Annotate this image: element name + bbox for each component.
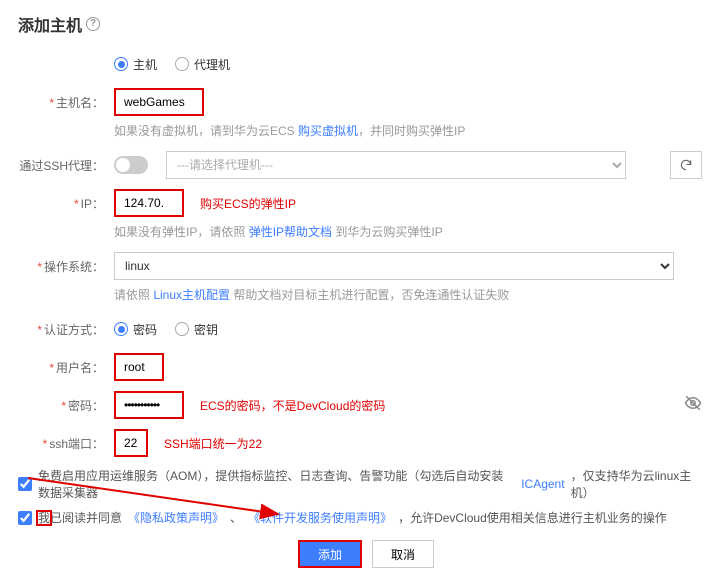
hint-ip: 如果没有弹性IP，请依照 弹性IP帮助文档 到华为云购买弹性IP (114, 223, 702, 240)
label-user: *用户名： (18, 359, 114, 376)
link-buy-vm[interactable]: 购买虚拟机 (298, 124, 358, 138)
hint-hostname: 如果没有虚拟机，请到华为云ECS 购买虚拟机，并同时购买弹性IP (114, 122, 702, 139)
annotation-password: ECS的密码，不是DevCloud的密码 (200, 397, 385, 414)
radio-proxy[interactable]: 代理机 (175, 56, 230, 73)
ip-input[interactable] (114, 189, 184, 217)
ssh-proxy-toggle[interactable] (114, 156, 148, 174)
hostname-input[interactable] (114, 88, 204, 116)
link-terms[interactable]: 《软件开发服务使用声明》 (248, 509, 392, 526)
refresh-button[interactable] (670, 151, 702, 179)
radio-auth-password[interactable]: 密码 (114, 321, 157, 338)
label-ip: *IP： (18, 195, 114, 212)
radio-auth-key[interactable]: 密钥 (175, 321, 218, 338)
aom-checkbox[interactable] (18, 477, 32, 491)
password-input[interactable] (114, 391, 184, 419)
cancel-button[interactable]: 取消 (372, 540, 434, 568)
label-ssh-port: *ssh端口： (18, 435, 114, 452)
help-icon[interactable]: ? (86, 17, 100, 31)
annotation-ssh-port: SSH端口统一为22 (164, 435, 262, 452)
refresh-icon (679, 158, 693, 172)
link-privacy[interactable]: 《隐私政策声明》 (128, 509, 224, 526)
agree-checkbox[interactable] (18, 511, 32, 525)
hint-os: 请依照 Linux主机配置 帮助文档对目标主机进行配置，否免连通性认证失败 (114, 286, 702, 303)
add-button[interactable]: 添加 (298, 540, 362, 568)
eye-icon[interactable] (684, 394, 702, 417)
label-hostname: *主机名： (18, 94, 114, 111)
proxy-select[interactable]: ---请选择代理机--- (166, 151, 626, 179)
page-title: 添加主机 ? (18, 12, 702, 36)
link-eip-doc[interactable]: 弹性IP帮助文档 (249, 225, 332, 239)
radio-host[interactable]: 主机 (114, 56, 157, 73)
label-password: *密码： (18, 397, 114, 414)
label-ssh-proxy: 通过SSH代理： (18, 157, 114, 174)
link-linux-config[interactable]: Linux主机配置 (153, 288, 230, 302)
annotation-ip: 购买ECS的弹性IP (200, 195, 296, 212)
label-auth: *认证方式： (18, 321, 114, 338)
host-mode-radio-group: 主机 代理机 (114, 56, 702, 73)
agree-checkbox-row: 我已阅读并同意 《隐私政策声明》 、《软件开发服务使用声明》 ，允许DevClo… (18, 509, 702, 526)
os-select[interactable]: linux (114, 252, 674, 280)
username-input[interactable] (114, 353, 164, 381)
label-os: *操作系统： (18, 258, 114, 275)
aom-checkbox-row: 免费启用应用运维服务（AOM），提供指标监控、日志查询、告警功能（勾选后自动安装… (18, 467, 702, 501)
link-icagent[interactable]: ICAgent (521, 477, 564, 491)
annotation-agree-box (36, 510, 52, 526)
ssh-port-input[interactable] (114, 429, 148, 457)
